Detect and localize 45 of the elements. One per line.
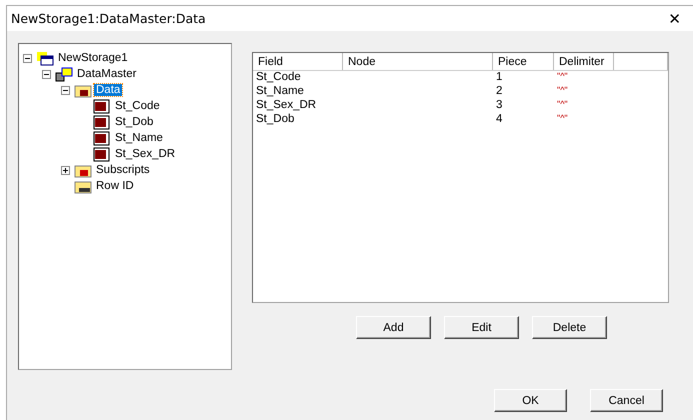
window-title: NewStorage1:DataMaster:Data — [11, 11, 206, 26]
storage-icon — [36, 50, 54, 66]
table-cell-text: St_Dob — [255, 113, 296, 127]
column-header[interactable]: Node — [343, 53, 493, 70]
tree-item[interactable]: Data — [94, 84, 122, 96]
table-cell-text: "^" — [556, 99, 569, 111]
table-cell-text: 1 — [495, 71, 504, 85]
text-field-icon — [93, 130, 111, 146]
table-cell-text: 3 — [495, 99, 504, 113]
table-cell-text: "^" — [556, 113, 569, 125]
column-header[interactable]: Field — [253, 53, 343, 70]
table-cell-text: St_Sex_DR — [255, 99, 318, 113]
column-header[interactable]: Piece — [493, 53, 554, 70]
folder-icon — [74, 162, 92, 178]
table-cell-text: 2 — [495, 85, 504, 99]
collapse-icon[interactable] — [23, 54, 32, 62]
tree-item[interactable]: St_Sex_DR — [113, 148, 178, 160]
tree-item[interactable]: DataMaster — [75, 68, 138, 80]
table-cell-text: "^" — [556, 71, 569, 83]
dialog-button[interactable]: Cancel — [590, 389, 663, 412]
database-icon — [55, 66, 73, 82]
text-field-icon — [93, 98, 111, 114]
column-header[interactable]: Delimiter — [554, 53, 614, 70]
folder-icon — [74, 178, 92, 194]
action-button[interactable]: Add — [356, 316, 431, 339]
collapse-icon[interactable] — [61, 86, 70, 94]
close-icon[interactable]: ✕ — [668, 10, 685, 28]
action-button[interactable]: Delete — [532, 316, 607, 339]
tree-item[interactable]: St_Code — [113, 100, 162, 112]
folder-icon — [74, 82, 92, 98]
tree-item[interactable]: Subscripts — [94, 164, 152, 176]
table-cell-text: "^" — [556, 85, 569, 97]
table-cell-text: St_Code — [255, 71, 302, 85]
collapse-icon[interactable] — [42, 70, 51, 78]
text-field-icon — [93, 146, 111, 162]
text-field-icon — [93, 114, 111, 130]
expand-icon[interactable] — [61, 166, 70, 174]
table-cell-text: St_Name — [255, 85, 305, 99]
action-button[interactable]: Edit — [444, 316, 519, 339]
dialog-button[interactable]: OK — [494, 389, 567, 412]
tree-item[interactable]: Row ID — [94, 180, 136, 192]
tree-item[interactable]: NewStorage1 — [56, 52, 130, 64]
table-cell-text: 4 — [495, 113, 504, 127]
tree-item[interactable]: St_Dob — [113, 116, 156, 128]
tree-item[interactable]: St_Name — [113, 132, 165, 144]
